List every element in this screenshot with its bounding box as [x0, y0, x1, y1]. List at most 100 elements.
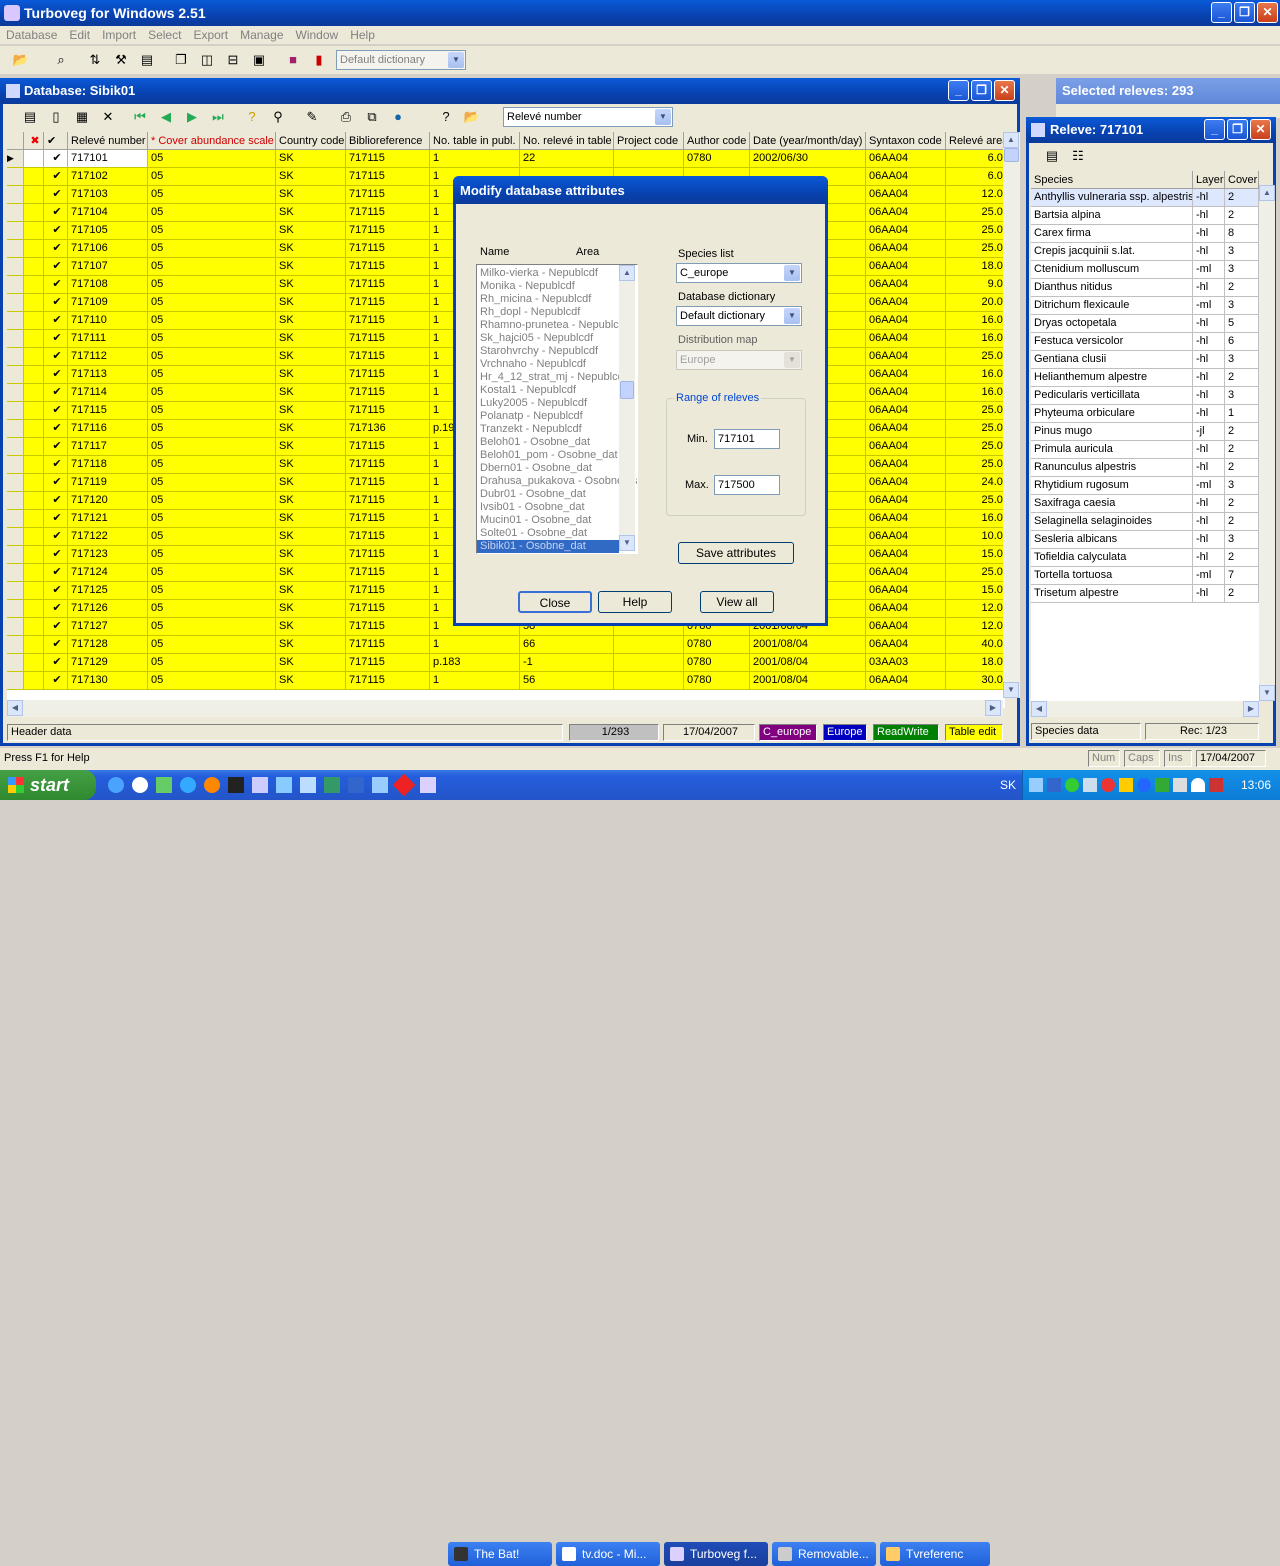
table-cell[interactable]: 717117 — [68, 438, 148, 456]
species-cell[interactable]: Anthyllis vulneraria ssp. alpestris — [1031, 189, 1193, 207]
table-cell[interactable]: SK — [276, 276, 346, 294]
species-row[interactable]: Sesleria albicans -hl 3 — [1031, 531, 1259, 549]
species-cell[interactable]: -hl — [1193, 279, 1225, 297]
database-list-item[interactable]: Rh_dopl - Nepublcdf — [477, 306, 619, 319]
table-cell[interactable]: 25.00 — [946, 240, 1005, 258]
delete-flag-cell[interactable] — [24, 546, 44, 564]
table-cell[interactable]: 06AA04 — [866, 348, 946, 366]
delete-flag-cell[interactable] — [24, 600, 44, 618]
table-cell[interactable]: 06AA04 — [866, 510, 946, 528]
quicklaunch-paint-icon[interactable] — [156, 777, 172, 793]
selected-checkmark[interactable]: ✔ — [44, 528, 68, 546]
species-cell[interactable]: Ranunculus alpestris — [1031, 459, 1193, 477]
min-input[interactable]: 717101 — [714, 429, 780, 449]
row-indicator[interactable] — [7, 600, 24, 618]
selected-checkmark[interactable]: ✔ — [44, 222, 68, 240]
table-cell[interactable]: SK — [276, 510, 346, 528]
table-cell[interactable]: SK — [276, 438, 346, 456]
delete-flag-cell[interactable] — [24, 384, 44, 402]
table-cell[interactable]: 06AA04 — [866, 150, 946, 168]
menu-window[interactable]: Window — [296, 28, 339, 42]
species-cell[interactable]: Selaginella selaginoides — [1031, 513, 1193, 531]
help-button[interactable]: Help — [598, 591, 672, 613]
selected-checkmark[interactable]: ✔ — [44, 654, 68, 672]
delete-flag-cell[interactable] — [24, 258, 44, 276]
dictionary-dialog-select[interactable]: Default dictionary ▼ — [676, 306, 802, 326]
species-cell[interactable]: 2 — [1225, 207, 1259, 225]
menu-export[interactable]: Export — [193, 28, 228, 42]
table-cell[interactable]: 06AA04 — [866, 222, 946, 240]
table-cell[interactable]: 717129 — [68, 654, 148, 672]
table-cell[interactable]: 25.00 — [946, 420, 1005, 438]
species-row[interactable]: Saxifraga caesia -hl 2 — [1031, 495, 1259, 513]
table-cell[interactable]: 05 — [148, 348, 276, 366]
table-cell[interactable]: -1 — [520, 654, 614, 672]
tile-vertical-icon[interactable]: ◫ — [196, 49, 218, 71]
selected-checkmark[interactable]: ✔ — [44, 618, 68, 636]
table-cell[interactable]: 717111 — [68, 330, 148, 348]
species-cell[interactable]: 2 — [1225, 423, 1259, 441]
table-cell[interactable]: 66 — [520, 636, 614, 654]
row-indicator[interactable] — [7, 366, 24, 384]
delete-flag-header[interactable]: ✖ — [24, 132, 44, 150]
table-cell[interactable]: 06AA04 — [866, 438, 946, 456]
table-cell[interactable]: SK — [276, 186, 346, 204]
table-cell[interactable]: 05 — [148, 510, 276, 528]
table-cell[interactable]: 25.00 — [946, 402, 1005, 420]
table-cell[interactable]: 20.00 — [946, 294, 1005, 312]
app-close-button[interactable]: ✕ — [1257, 2, 1278, 23]
table-cell[interactable]: SK — [276, 492, 346, 510]
quicklaunch-network-icon[interactable] — [372, 777, 388, 793]
scroll-down-icon[interactable]: ▼ — [619, 535, 635, 551]
species-cell[interactable]: Ditrichum flexicaule — [1031, 297, 1193, 315]
open-folder-icon[interactable]: 📂 — [10, 49, 32, 71]
row-indicator[interactable] — [7, 312, 24, 330]
table-cell[interactable]: SK — [276, 582, 346, 600]
species-row[interactable]: Carex firma -hl 8 — [1031, 225, 1259, 243]
table-cell[interactable]: 1 — [430, 672, 520, 690]
selected-checkmark[interactable]: ✔ — [44, 150, 68, 168]
table-cell[interactable]: 717115 — [346, 654, 430, 672]
table-cell[interactable]: 717104 — [68, 204, 148, 222]
species-cell[interactable]: 1 — [1225, 405, 1259, 423]
table-cell[interactable]: 15.00 — [946, 546, 1005, 564]
table-cell[interactable]: 717102 — [68, 168, 148, 186]
table-cell[interactable]: 05 — [148, 186, 276, 204]
database-list-item[interactable]: Sibik01 - Osobne_dat — [477, 540, 619, 553]
scroll-up-icon[interactable]: ▲ — [619, 265, 635, 281]
table-cell[interactable]: SK — [276, 456, 346, 474]
query-icon[interactable]: ? — [241, 106, 263, 128]
quicklaunch-media-icon[interactable] — [132, 777, 148, 793]
table-cell[interactable]: p.183 — [430, 654, 520, 672]
species-cell[interactable]: -hl — [1193, 387, 1225, 405]
selected-checkmark[interactable]: ✔ — [44, 546, 68, 564]
table-cell[interactable]: 2001/08/04 — [750, 672, 866, 690]
species-cell[interactable]: Saxifraga caesia — [1031, 495, 1193, 513]
selected-checkmark[interactable]: ✔ — [44, 582, 68, 600]
table-cell[interactable]: 2001/08/04 — [750, 654, 866, 672]
row-indicator[interactable] — [7, 438, 24, 456]
species-row[interactable]: Tortella tortuosa -ml 7 — [1031, 567, 1259, 585]
scroll-down-icon[interactable]: ▼ — [1003, 682, 1019, 698]
table-cell[interactable]: 05 — [148, 204, 276, 222]
tray-shield-icon[interactable] — [1047, 778, 1061, 792]
delete-flag-cell[interactable] — [24, 402, 44, 420]
table-cell[interactable]: 717115 — [346, 510, 430, 528]
scroll-thumb[interactable] — [620, 381, 634, 399]
table-cell[interactable]: 05 — [148, 492, 276, 510]
table-cell[interactable]: 06AA04 — [866, 582, 946, 600]
species-cell[interactable]: Phyteuma orbiculare — [1031, 405, 1193, 423]
table-cell[interactable] — [614, 654, 684, 672]
table-cell[interactable]: 05 — [148, 600, 276, 618]
table-cell[interactable]: 05 — [148, 240, 276, 258]
table-cell[interactable]: SK — [276, 204, 346, 222]
delete-flag-cell[interactable] — [24, 528, 44, 546]
delete-flag-cell[interactable] — [24, 186, 44, 204]
table-cell[interactable]: SK — [276, 546, 346, 564]
species-col-header[interactable]: Cover — [1225, 171, 1259, 189]
table-cell[interactable]: 717122 — [68, 528, 148, 546]
check-header[interactable]: ✔ — [44, 132, 68, 150]
species-cell[interactable]: 2 — [1225, 585, 1259, 603]
species-cell[interactable]: 2 — [1225, 441, 1259, 459]
species-row[interactable]: Trisetum alpestre -hl 2 — [1031, 585, 1259, 603]
